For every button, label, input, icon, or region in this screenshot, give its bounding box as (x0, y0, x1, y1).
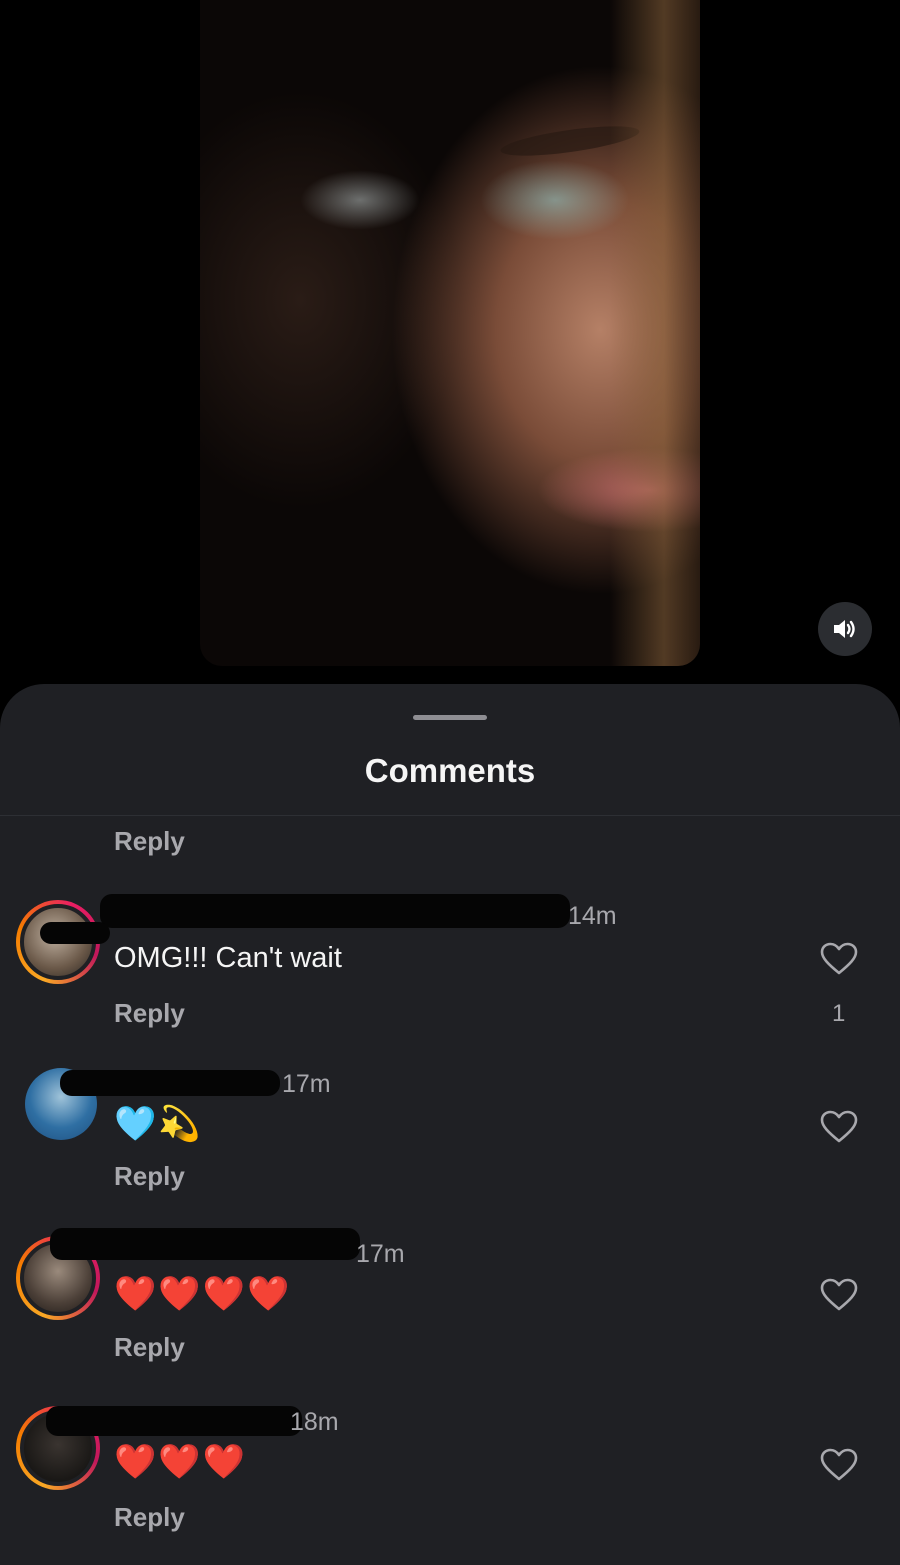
reply-button[interactable]: Reply (114, 998, 185, 1029)
comment-time: 17m (282, 1070, 331, 1098)
sound-toggle-button[interactable] (818, 602, 872, 656)
comment-time: 14m (568, 902, 617, 930)
reply-button[interactable]: Reply (114, 1332, 185, 1363)
redacted-username (60, 1070, 280, 1096)
redacted-username (100, 894, 570, 928)
redacted-username (46, 1406, 302, 1436)
comment-text: ❤️❤️❤️❤️ (114, 1275, 292, 1313)
video-detail (610, 0, 700, 666)
redacted-username (50, 1228, 360, 1260)
like-count: 1 (832, 1000, 846, 1027)
comment-text: OMG!!! Can't wait (114, 942, 342, 974)
speaker-icon (834, 620, 855, 638)
drag-handle[interactable] (413, 715, 487, 720)
redacted-username (40, 922, 110, 944)
heart-outline-icon[interactable] (820, 942, 858, 976)
heart-outline-icon[interactable] (820, 1278, 858, 1312)
reply-button[interactable]: Reply (114, 826, 185, 857)
reel-video[interactable] (200, 0, 700, 666)
video-detail (480, 160, 630, 240)
heart-outline-icon[interactable] (820, 1448, 858, 1482)
reply-button[interactable]: Reply (114, 1161, 185, 1192)
comment-text: ❤️❤️❤️ (114, 1443, 248, 1481)
heart-outline-icon[interactable] (820, 1110, 858, 1144)
video-detail (300, 170, 420, 230)
comments-sheet: Comments Reply 14m OMG!!! Can't wait Rep… (0, 684, 900, 1565)
sheet-title: Comments (364, 752, 536, 789)
divider (0, 815, 900, 816)
comment-time: 18m (290, 1408, 339, 1436)
comment-text: 🩵💫 (114, 1105, 203, 1143)
comment-time: 17m (356, 1240, 405, 1268)
reply-button[interactable]: Reply (114, 1502, 185, 1533)
